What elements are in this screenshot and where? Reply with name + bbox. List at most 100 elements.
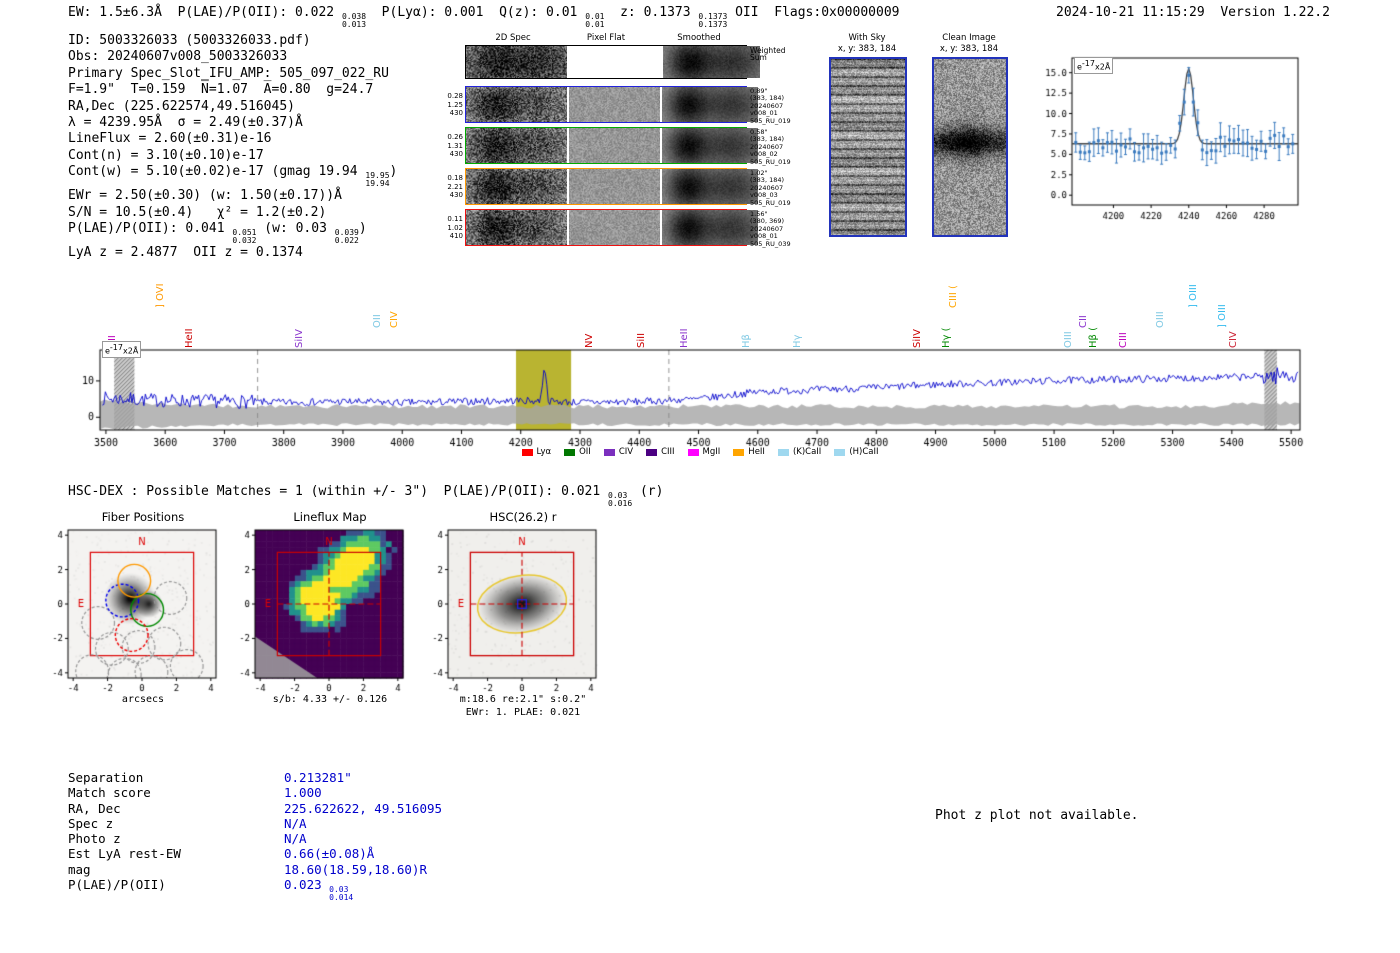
spec2d-col-header-pixelflat: Pixel Flat	[587, 33, 625, 43]
spec2d-cutout-image	[662, 128, 759, 163]
hsc-cutout-plot	[418, 524, 608, 696]
spectrum-legend: Lyα OII CIV CIII MgII HeII (K)CaII (H)CaII	[100, 447, 1300, 457]
match-field-value: 18.60(18.59,18.60)R	[284, 862, 427, 877]
match-table-row: RA, Dec225.622622, 49.516095	[68, 801, 442, 816]
spec2d-cutout-image	[569, 128, 660, 163]
clean-image-title: Clean Image	[930, 33, 1008, 43]
match-field-value: 1.000	[284, 785, 322, 800]
spec2d-col-header-2dspec: 2D Spec	[495, 33, 530, 43]
report-page: EW: 1.5±6.3Å P(LAE)/P(OII): 0.022 0.0380…	[0, 0, 1400, 953]
legend-swatch	[834, 449, 845, 456]
stacked-uncertainty: 0.010.01	[585, 13, 604, 29]
spec2d-exposure-row: 0.111.024101.56"(380, 369)20240607v008_0…	[465, 209, 747, 246]
row-scale-labels: 0.182.21430	[439, 174, 463, 200]
spec2d-exposure-row: 0.182.214301.02"(383, 184)20240607v008_0…	[465, 168, 747, 205]
row-annotation: 1.02"(383, 184)20240607v008_03505_RU_019	[750, 170, 791, 207]
legend-label: HeII	[748, 447, 765, 457]
match-field-label: mag	[68, 862, 284, 877]
match-field-value: 225.622622, 49.516095	[284, 801, 442, 816]
match-table-row: Spec zN/A	[68, 816, 442, 831]
legend-item: Lyα	[522, 447, 552, 457]
legend-label: Lyα	[537, 447, 552, 457]
stacked-uncertainty: 0.030.014	[329, 886, 353, 902]
emission-line-label: ] OIII	[1218, 304, 1228, 328]
spec2d-cutout-image	[662, 169, 759, 204]
spec2d-cutout-image	[466, 169, 567, 204]
emission-line-label: ] OVI	[156, 283, 166, 308]
emission-line-label: OIII	[1156, 311, 1166, 328]
legend-item: (K)CaII	[778, 447, 821, 457]
match-field-value: N/A	[284, 816, 307, 831]
full-spectrum-plot	[60, 340, 1320, 450]
line-fit-plot	[1032, 48, 1306, 227]
stacked-uncertainty: 19.9519.94	[365, 172, 389, 188]
legend-item: CIII	[646, 447, 674, 457]
row-annotation: 1.56"(380, 369)20240607v008_01505_RU_039	[750, 211, 791, 248]
match-field-label: Match score	[68, 785, 284, 800]
stacked-uncertainty: 0.0510.032	[232, 229, 256, 245]
match-field-value: N/A	[284, 831, 307, 846]
legend-swatch	[522, 449, 533, 456]
info-line: Cont(w) = 5.10(±0.02)e-17 (gmag 19.94 19…	[68, 164, 397, 188]
spec2d-rows: WeightedSum0.281.254300.89"(383, 184)202…	[465, 45, 747, 250]
spectrum-ylabel: e-17x2Å	[102, 341, 141, 358]
match-field-label: Est LyA rest-EW	[68, 846, 284, 861]
legend-label: CIII	[661, 447, 674, 457]
hsc-caption-ewr: EWr: 1. PLAE: 0.021	[428, 707, 618, 718]
hsc-caption-morphology: m:18.6 re:2.1" s:0.2"	[428, 694, 618, 705]
row-scale-labels: 0.281.25430	[439, 92, 463, 118]
info-line: λ = 4239.95Å σ = 2.49(±0.37)Å	[68, 115, 397, 131]
spec2d-cutout-image	[466, 87, 567, 122]
info-line: P(LAE)/P(OII): 0.041 0.0510.032 (w: 0.03…	[68, 221, 397, 245]
legend-label: OII	[579, 447, 591, 457]
match-table-row: P(LAE)/P(OII)0.023 0.030.014	[68, 877, 442, 892]
spec2d-grid: 2D Spec Pixel Flat Smoothed WeightedSum0…	[465, 45, 747, 250]
spec2d-exposure-row: 0.281.254300.89"(383, 184)20240607v008_0…	[465, 86, 747, 123]
emission-line-label: ] OIII	[1189, 284, 1199, 308]
match-table-row: Separation0.213281"	[68, 770, 442, 785]
lineflux-caption: s/b: 4.33 +/- 0.126	[240, 694, 420, 705]
info-line: Primary Spec_Slot_IFU_AMP: 505_097_022_R…	[68, 66, 397, 82]
clean-image	[932, 57, 1008, 237]
match-table: Separation0.213281"Match score1.000RA, D…	[68, 770, 442, 892]
hsc-dex-summary: HSC-DEX : Possible Matches = 1 (within +…	[68, 484, 663, 508]
info-line: S/N = 10.5(±0.4) χ² = 1.2(±0.2)	[68, 205, 397, 221]
header-stats: EW: 1.5±6.3Å P(LAE)/P(OII): 0.022 0.0380…	[68, 5, 899, 29]
legend-item: OII	[564, 447, 591, 457]
emission-line-label: OII	[373, 314, 383, 328]
legend-label: (K)CaII	[793, 447, 821, 457]
match-field-value: 0.023 0.030.014	[284, 877, 353, 892]
match-field-label: RA, Dec	[68, 801, 284, 816]
lineflux-panel-title: Lineflux Map	[255, 510, 405, 524]
spec2d-cutout-image	[569, 87, 660, 122]
match-table-row: Est LyA rest-EW0.66(±0.08)Å	[68, 846, 442, 861]
info-line: ID: 5003326033 (5003326033.pdf)	[68, 33, 397, 49]
row-annotation: 0.58"(383, 184)20240607v008_02505_RU_019	[750, 129, 791, 166]
legend-item: (H)CaII	[834, 447, 878, 457]
weighted-sum-label: WeightedSum	[750, 47, 786, 62]
stacked-uncertainty: 0.0380.013	[342, 13, 366, 29]
clean-image-coords: x, y: 383, 184	[930, 44, 1008, 54]
fiber-positions-plot	[38, 524, 228, 696]
legend-label: CIV	[619, 447, 633, 457]
match-field-label: Spec z	[68, 816, 284, 831]
legend-item: MgII	[688, 447, 721, 457]
match-field-value: 0.66(±0.08)Å	[284, 846, 374, 861]
hsc-panel-title: HSC(26.2) r	[448, 510, 598, 524]
legend-item: HeII	[733, 447, 765, 457]
row-scale-labels: 0.261.31430	[439, 133, 463, 159]
fiber-panel-title: Fiber Positions	[68, 510, 218, 524]
with-sky-title: With Sky	[828, 33, 906, 43]
legend-swatch	[564, 449, 575, 456]
legend-swatch	[733, 449, 744, 456]
with-sky-coords: x, y: 383, 184	[828, 44, 906, 54]
info-line: LineFlux = 2.60(±0.31)e-16	[68, 131, 397, 147]
spec2d-cutout-image	[662, 210, 759, 245]
lineflux-map-plot	[225, 524, 415, 696]
match-table-row: Photo zN/A	[68, 831, 442, 846]
stacked-uncertainty: 0.13730.1373	[698, 13, 727, 29]
spec2d-col-header-smoothed: Smoothed	[677, 33, 720, 43]
photz-note: Phot z plot not available.	[935, 808, 1139, 823]
info-line: Cont(n) = 3.10(±0.10)e-17	[68, 148, 397, 164]
spec2d-cutout-image	[466, 128, 567, 163]
